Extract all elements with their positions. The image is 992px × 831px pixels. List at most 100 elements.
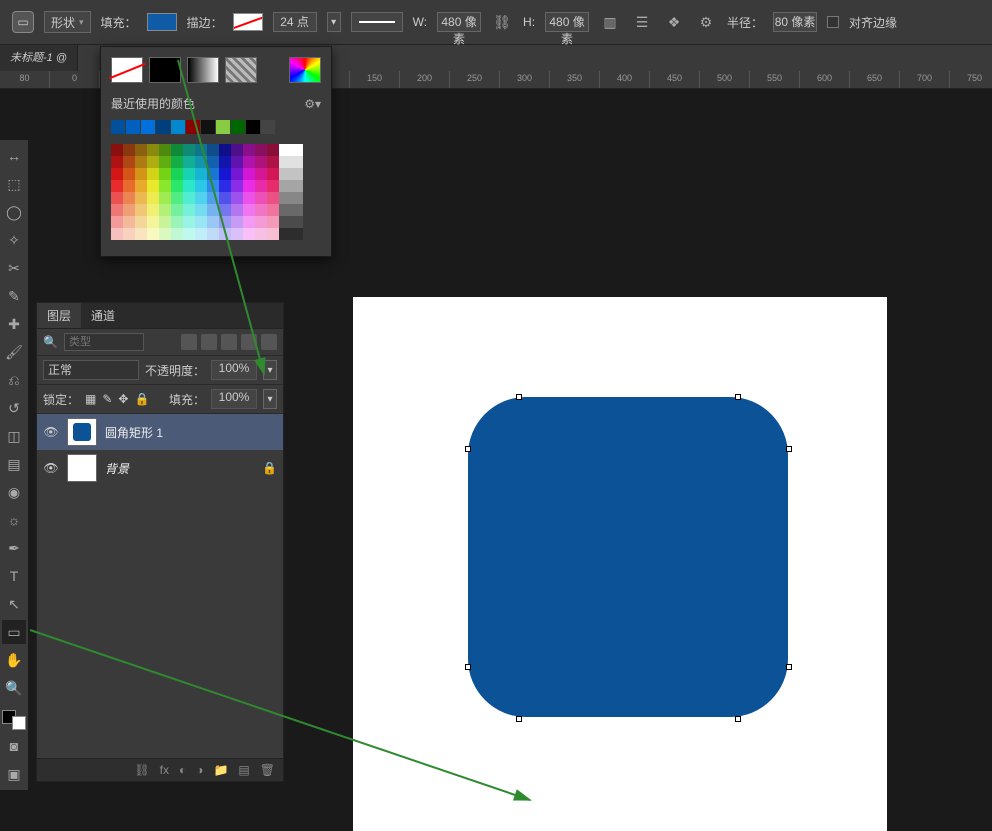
palette-swatch[interactable] bbox=[123, 144, 135, 156]
palette-swatch[interactable] bbox=[207, 144, 219, 156]
color-picker-icon[interactable] bbox=[289, 57, 321, 83]
palette-swatch[interactable] bbox=[159, 144, 171, 156]
palette-swatch[interactable] bbox=[255, 216, 267, 228]
zoom-tool-icon[interactable]: 🔍 bbox=[2, 676, 26, 700]
visibility-icon[interactable]: 👁 bbox=[43, 461, 59, 475]
layer-row-shape[interactable]: 👁 圆角矩形 1 bbox=[37, 414, 283, 450]
palette-swatch[interactable] bbox=[147, 156, 159, 168]
palette-swatch[interactable] bbox=[207, 204, 219, 216]
stroke-width-drop-icon[interactable]: ▾ bbox=[327, 12, 341, 32]
screen-mode-icon[interactable]: ▣ bbox=[2, 762, 26, 786]
palette-swatch[interactable] bbox=[267, 216, 279, 228]
palette-swatch[interactable] bbox=[183, 216, 195, 228]
radius-input[interactable]: 80 像素 bbox=[773, 12, 817, 32]
palette-swatch[interactable] bbox=[255, 180, 267, 192]
palette-swatch[interactable] bbox=[243, 144, 255, 156]
palette-swatch[interactable] bbox=[243, 228, 255, 240]
palette-swatch[interactable] bbox=[195, 204, 207, 216]
shape-preset-icon[interactable]: ▭ bbox=[12, 11, 34, 33]
palette-swatch[interactable] bbox=[171, 216, 183, 228]
palette-swatch[interactable] bbox=[183, 156, 195, 168]
palette-swatch[interactable] bbox=[279, 168, 291, 180]
palette-swatch[interactable] bbox=[183, 204, 195, 216]
shape-tool-icon[interactable]: ▭ bbox=[2, 620, 26, 644]
recent-color-swatch[interactable] bbox=[216, 120, 230, 134]
palette-swatch[interactable] bbox=[183, 180, 195, 192]
palette-swatch[interactable] bbox=[111, 216, 123, 228]
palette-swatch[interactable] bbox=[111, 228, 123, 240]
palette-swatch[interactable] bbox=[123, 192, 135, 204]
path-select-tool-icon[interactable]: ↖ bbox=[2, 592, 26, 616]
palette-swatch[interactable] bbox=[207, 216, 219, 228]
palette-swatch[interactable] bbox=[111, 144, 123, 156]
palette-swatch[interactable] bbox=[255, 168, 267, 180]
palette-swatch[interactable] bbox=[291, 228, 303, 240]
palette-swatch[interactable] bbox=[255, 204, 267, 216]
link-layers-icon[interactable]: ⛓ bbox=[134, 763, 149, 777]
palette-swatch[interactable] bbox=[231, 216, 243, 228]
palette-swatch[interactable] bbox=[195, 168, 207, 180]
palette-swatch[interactable] bbox=[111, 192, 123, 204]
palette-swatch[interactable] bbox=[159, 156, 171, 168]
palette-swatch[interactable] bbox=[171, 144, 183, 156]
palette-swatch[interactable] bbox=[171, 192, 183, 204]
palette-swatch[interactable] bbox=[267, 168, 279, 180]
palette-swatch[interactable] bbox=[135, 156, 147, 168]
handle-lb[interactable] bbox=[465, 664, 471, 670]
layer-row-background[interactable]: 👁 背景 🔒 bbox=[37, 450, 283, 486]
trash-icon[interactable]: 🗑 bbox=[260, 763, 275, 777]
palette-swatch[interactable] bbox=[255, 228, 267, 240]
palette-swatch[interactable] bbox=[243, 216, 255, 228]
blend-mode-dropdown[interactable]: 正常 bbox=[43, 360, 139, 380]
opacity-drop-icon[interactable]: ▾ bbox=[263, 360, 277, 380]
fill-swatch[interactable] bbox=[147, 13, 177, 31]
palette-swatch[interactable] bbox=[267, 144, 279, 156]
palette-swatch[interactable] bbox=[291, 192, 303, 204]
palette-swatch[interactable] bbox=[291, 168, 303, 180]
palette-swatch[interactable] bbox=[123, 228, 135, 240]
palette-swatch[interactable] bbox=[291, 144, 303, 156]
palette-swatch[interactable] bbox=[183, 144, 195, 156]
palette-swatch[interactable] bbox=[147, 144, 159, 156]
palette-swatch[interactable] bbox=[183, 192, 195, 204]
fill-solid-icon[interactable] bbox=[149, 57, 181, 83]
recent-color-swatch[interactable] bbox=[126, 120, 140, 134]
palette-swatch[interactable] bbox=[279, 204, 291, 216]
fill-none-icon[interactable] bbox=[111, 57, 143, 83]
crop-tool-icon[interactable]: ✂ bbox=[2, 256, 26, 280]
palette-swatch[interactable] bbox=[171, 156, 183, 168]
palette-swatch[interactable] bbox=[147, 216, 159, 228]
palette-swatch[interactable] bbox=[219, 216, 231, 228]
palette-swatch[interactable] bbox=[291, 156, 303, 168]
palette-swatch[interactable] bbox=[171, 228, 183, 240]
tool-mode-dropdown[interactable]: 形状 bbox=[44, 11, 91, 33]
palette-swatch[interactable] bbox=[195, 156, 207, 168]
palette-swatch[interactable] bbox=[231, 204, 243, 216]
palette-swatch[interactable] bbox=[135, 168, 147, 180]
filter-kind-icons[interactable] bbox=[181, 334, 277, 350]
palette-swatch[interactable] bbox=[255, 144, 267, 156]
palette-swatch[interactable] bbox=[243, 168, 255, 180]
path-align-icon[interactable]: ☰ bbox=[631, 11, 653, 33]
palette-swatch[interactable] bbox=[255, 156, 267, 168]
palette-swatch[interactable] bbox=[279, 192, 291, 204]
palette-swatch[interactable] bbox=[147, 168, 159, 180]
palette-swatch[interactable] bbox=[195, 228, 207, 240]
palette-swatch[interactable] bbox=[231, 168, 243, 180]
layer-name[interactable]: 圆角矩形 1 bbox=[105, 424, 277, 441]
mask-icon[interactable]: ◐ bbox=[179, 763, 186, 777]
palette-swatch[interactable] bbox=[219, 144, 231, 156]
hand-tool-icon[interactable]: ✋ bbox=[2, 648, 26, 672]
palette-swatch[interactable] bbox=[231, 144, 243, 156]
palette-swatch[interactable] bbox=[291, 204, 303, 216]
stroke-swatch[interactable] bbox=[233, 13, 263, 31]
palette-swatch[interactable] bbox=[159, 180, 171, 192]
palette-swatch[interactable] bbox=[291, 180, 303, 192]
adjustment-icon[interactable]: ◑ bbox=[196, 763, 203, 777]
palette-swatch[interactable] bbox=[123, 216, 135, 228]
palette-swatch[interactable] bbox=[159, 168, 171, 180]
palette-swatch[interactable] bbox=[255, 192, 267, 204]
handle-tl[interactable] bbox=[516, 394, 522, 400]
palette-swatch[interactable] bbox=[279, 216, 291, 228]
palette-swatch[interactable] bbox=[147, 192, 159, 204]
